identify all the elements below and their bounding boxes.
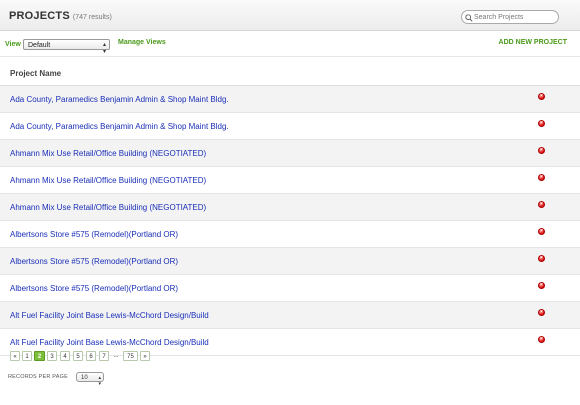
- page-link-6[interactable]: 6: [86, 351, 96, 361]
- table-row: Alt Fuel Facility Joint Base Lewis-McCho…: [0, 302, 580, 329]
- add-new-project-link[interactable]: ADD NEW PROJECT: [499, 39, 567, 46]
- delete-icon[interactable]: ×: [538, 174, 545, 181]
- table-row: Ada County, Paramedics Benjamin Admin & …: [0, 113, 580, 140]
- delete-icon[interactable]: ×: [538, 282, 545, 289]
- project-name-link[interactable]: Ahmann Mix Use Retail/Office Building (N…: [10, 149, 206, 158]
- project-name-link[interactable]: Albertsons Store #575 (Remodel)(Portland…: [10, 284, 178, 293]
- project-name-link[interactable]: Alt Fuel Facility Joint Base Lewis-McCho…: [10, 311, 209, 320]
- page-link-3[interactable]: 3: [47, 351, 57, 361]
- manage-views-link[interactable]: Manage Views: [118, 39, 166, 46]
- delete-icon[interactable]: ×: [538, 309, 545, 316]
- page-title: PROJECTS (747 results): [9, 10, 112, 22]
- delete-icon[interactable]: ×: [538, 228, 545, 235]
- pagination-next[interactable]: »: [140, 351, 150, 361]
- project-name-link[interactable]: Albertsons Store #575 (Remodel)(Portland…: [10, 230, 178, 239]
- table-body: Ada County, Paramedics Benjamin Admin & …: [0, 86, 580, 356]
- delete-icon[interactable]: ×: [538, 336, 545, 343]
- project-name-link[interactable]: Alt Fuel Facility Joint Base Lewis-McCho…: [10, 338, 209, 347]
- table-row: Ahmann Mix Use Retail/Office Building (N…: [0, 140, 580, 167]
- records-per-page-select[interactable]: 10 ▴ ▾: [76, 372, 104, 387]
- table-row: Ahmann Mix Use Retail/Office Building (N…: [0, 194, 580, 221]
- delete-icon[interactable]: ×: [538, 93, 545, 100]
- page-link-last[interactable]: 75: [123, 351, 138, 361]
- projects-table: Project Name Ada County, Paramedics Benj…: [0, 57, 580, 356]
- page-link-4[interactable]: 4: [60, 351, 70, 361]
- page-link-2-current[interactable]: 2: [34, 351, 45, 361]
- page-link-1[interactable]: 1: [22, 351, 32, 361]
- project-name-link[interactable]: Ahmann Mix Use Retail/Office Building (N…: [10, 176, 206, 185]
- view-select[interactable]: Default ▴ ▾: [23, 39, 110, 55]
- chevron-down-icon: ▴ ▾: [102, 42, 106, 55]
- page-title-text: PROJECTS: [9, 10, 70, 22]
- delete-icon[interactable]: ×: [538, 255, 545, 262]
- table-row: Albertsons Store #575 (Remodel)(Portland…: [0, 248, 580, 275]
- project-name-link[interactable]: Ada County, Paramedics Benjamin Admin & …: [10, 95, 229, 104]
- search-icon: [465, 14, 473, 22]
- delete-icon[interactable]: ×: [538, 201, 545, 208]
- view-toolbar: View Default ▴ ▾ Manage Views ADD NEW PRO…: [0, 32, 580, 57]
- table-row: Albertsons Store #575 (Remodel)(Portland…: [0, 221, 580, 248]
- table-row: Albertsons Store #575 (Remodel)(Portland…: [0, 275, 580, 302]
- table-header: Project Name: [0, 57, 580, 86]
- column-header-project-name[interactable]: Project Name: [10, 69, 61, 78]
- project-name-link[interactable]: Ahmann Mix Use Retail/Office Building (N…: [10, 203, 206, 212]
- project-name-link[interactable]: Albertsons Store #575 (Remodel)(Portland…: [10, 257, 178, 266]
- header-bar: PROJECTS (747 results) Search Projects: [0, 0, 580, 31]
- records-per-page-value: 10: [81, 375, 88, 381]
- table-row: Ahmann Mix Use Retail/Office Building (N…: [0, 167, 580, 194]
- result-count: (747 results): [72, 14, 112, 21]
- chevron-down-icon: ▴ ▾: [98, 375, 101, 387]
- page-link-7[interactable]: 7: [99, 351, 109, 361]
- delete-icon[interactable]: ×: [538, 120, 545, 127]
- view-select-value: Default: [28, 42, 51, 49]
- search-placeholder: Search Projects: [474, 14, 524, 21]
- pagination-prev[interactable]: «: [10, 351, 20, 361]
- view-label: View: [5, 41, 21, 48]
- page-link-5[interactable]: 5: [73, 351, 83, 361]
- search-input[interactable]: Search Projects: [461, 10, 559, 24]
- table-row: Ada County, Paramedics Benjamin Admin & …: [0, 86, 580, 113]
- project-name-link[interactable]: Ada County, Paramedics Benjamin Admin & …: [10, 122, 229, 131]
- pagination-ellipsis: ...: [113, 353, 119, 359]
- delete-icon[interactable]: ×: [538, 147, 545, 154]
- records-per-page-label: RECORDS PER PAGE: [8, 374, 68, 380]
